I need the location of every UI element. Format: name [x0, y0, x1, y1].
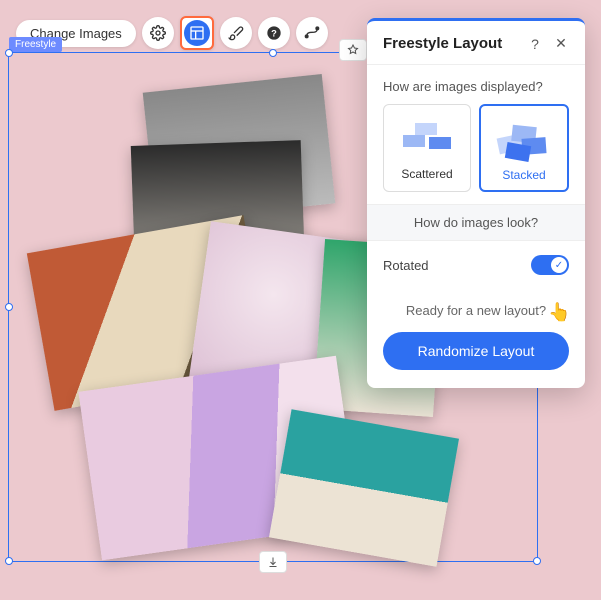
curve-icon: [304, 25, 320, 41]
rotated-toggle[interactable]: ✓: [531, 255, 569, 275]
panel-help-button[interactable]: ?: [527, 36, 543, 52]
download-button[interactable]: [259, 551, 287, 573]
help-icon: ?: [266, 25, 282, 41]
gear-icon: [150, 25, 166, 41]
svg-text:?: ?: [271, 28, 277, 38]
display-options: Scattered Stacked: [367, 104, 585, 204]
option-scattered[interactable]: Scattered: [383, 104, 471, 192]
ready-label: Ready for a new layout?: [367, 289, 585, 324]
rotated-row: Rotated ✓: [367, 241, 585, 289]
stacked-icon: [492, 116, 556, 160]
layout-icon: [189, 25, 205, 41]
layout-button[interactable]: [180, 16, 214, 50]
scattered-icon: [395, 115, 459, 159]
option-label: Stacked: [502, 168, 545, 182]
panel-close-button[interactable]: ✕: [553, 35, 569, 52]
floating-toolbar: Change Images ?: [16, 16, 328, 50]
panel-title: Freestyle Layout: [383, 35, 517, 52]
option-label: Scattered: [401, 167, 452, 181]
element-tag: Freestyle: [9, 37, 62, 52]
brush-icon: [228, 25, 244, 41]
download-icon: [267, 556, 279, 568]
help-button[interactable]: ?: [258, 17, 290, 49]
toggle-knob: ✓: [551, 257, 567, 273]
option-stacked[interactable]: Stacked: [479, 104, 569, 192]
look-section-label: How do images look?: [367, 204, 585, 241]
display-section-label: How are images displayed?: [367, 65, 585, 104]
design-button[interactable]: [220, 17, 252, 49]
randomize-layout-button[interactable]: Randomize Layout: [383, 332, 569, 370]
panel-header: Freestyle Layout ? ✕: [367, 21, 585, 65]
animation-button[interactable]: [296, 17, 328, 49]
rotated-label: Rotated: [383, 258, 531, 273]
settings-button[interactable]: [142, 17, 174, 49]
layout-panel: Freestyle Layout ? ✕ How are images disp…: [367, 18, 585, 388]
collage-photo[interactable]: [269, 409, 459, 567]
